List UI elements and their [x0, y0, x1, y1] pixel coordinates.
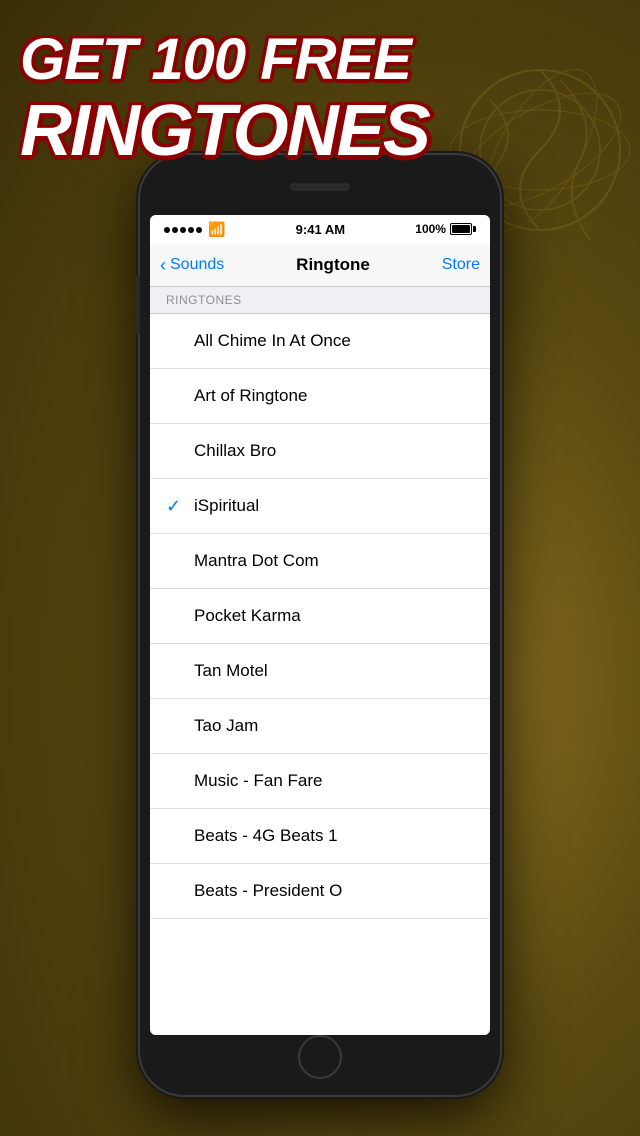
list-item[interactable]: All Chime In At Once — [150, 314, 490, 369]
checkmark-icon: ✓ — [166, 496, 194, 517]
status-time: 9:41 AM — [296, 222, 345, 237]
phone-screen: 📶 9:41 AM 100% ‹ Sounds Ringtone — [150, 215, 490, 1035]
wifi-icon: 📶 — [208, 221, 225, 238]
nav-title: Ringtone — [296, 255, 370, 275]
ringtone-name: Beats - President O — [194, 881, 474, 901]
signal-dots — [164, 222, 204, 236]
battery-percent: 100% — [415, 222, 446, 236]
list-item[interactable]: Tan Motel — [150, 644, 490, 699]
section-header: RINGTONES — [150, 287, 490, 314]
ringtone-name: Music - Fan Fare — [194, 771, 474, 791]
ringtone-name: Mantra Dot Com — [194, 551, 474, 571]
ringtone-name: Beats - 4G Beats 1 — [194, 826, 474, 846]
ringtone-name: Chillax Bro — [194, 441, 474, 461]
status-right: 100% — [415, 222, 476, 236]
ringtone-list: All Chime In At Once Art of Ringtone Chill… — [150, 314, 490, 1035]
promo-line1: GET 100 FREE — [20, 28, 429, 92]
back-chevron-icon: ‹ — [160, 256, 166, 274]
list-item[interactable]: Beats - President O — [150, 864, 490, 919]
list-item[interactable]: Mantra Dot Com — [150, 534, 490, 589]
ringtone-name: Tao Jam — [194, 716, 474, 736]
phone-home-button[interactable] — [298, 1035, 342, 1079]
list-item[interactable]: Art of Ringtone — [150, 369, 490, 424]
battery-icon — [450, 223, 476, 235]
list-item[interactable]: Music - Fan Fare — [150, 754, 490, 809]
promo-line2: RINGTONES — [20, 92, 429, 171]
list-item[interactable]: Chillax Bro — [150, 424, 490, 479]
list-item[interactable]: Tao Jam — [150, 699, 490, 754]
list-item[interactable]: ✓iSpiritual — [150, 479, 490, 534]
phone-speaker — [290, 183, 350, 191]
status-left: 📶 — [164, 221, 225, 238]
nav-back-button[interactable]: ‹ Sounds — [160, 256, 224, 274]
ringtone-name: iSpiritual — [194, 496, 474, 516]
promo-text: GET 100 FREE RINGTONES — [20, 28, 429, 171]
list-item[interactable]: Pocket Karma — [150, 589, 490, 644]
ringtone-name: All Chime In At Once — [194, 331, 474, 351]
ringtone-name: Art of Ringtone — [194, 386, 474, 406]
status-bar: 📶 9:41 AM 100% — [150, 215, 490, 243]
ringtone-name: Tan Motel — [194, 661, 474, 681]
phone-device: 📶 9:41 AM 100% ‹ Sounds Ringtone — [140, 155, 500, 1095]
list-item[interactable]: Beats - 4G Beats 1 — [150, 809, 490, 864]
nav-back-label: Sounds — [170, 256, 224, 274]
nav-store-button[interactable]: Store — [442, 256, 480, 274]
ringtone-name: Pocket Karma — [194, 606, 474, 626]
nav-bar: ‹ Sounds Ringtone Store — [150, 243, 490, 287]
